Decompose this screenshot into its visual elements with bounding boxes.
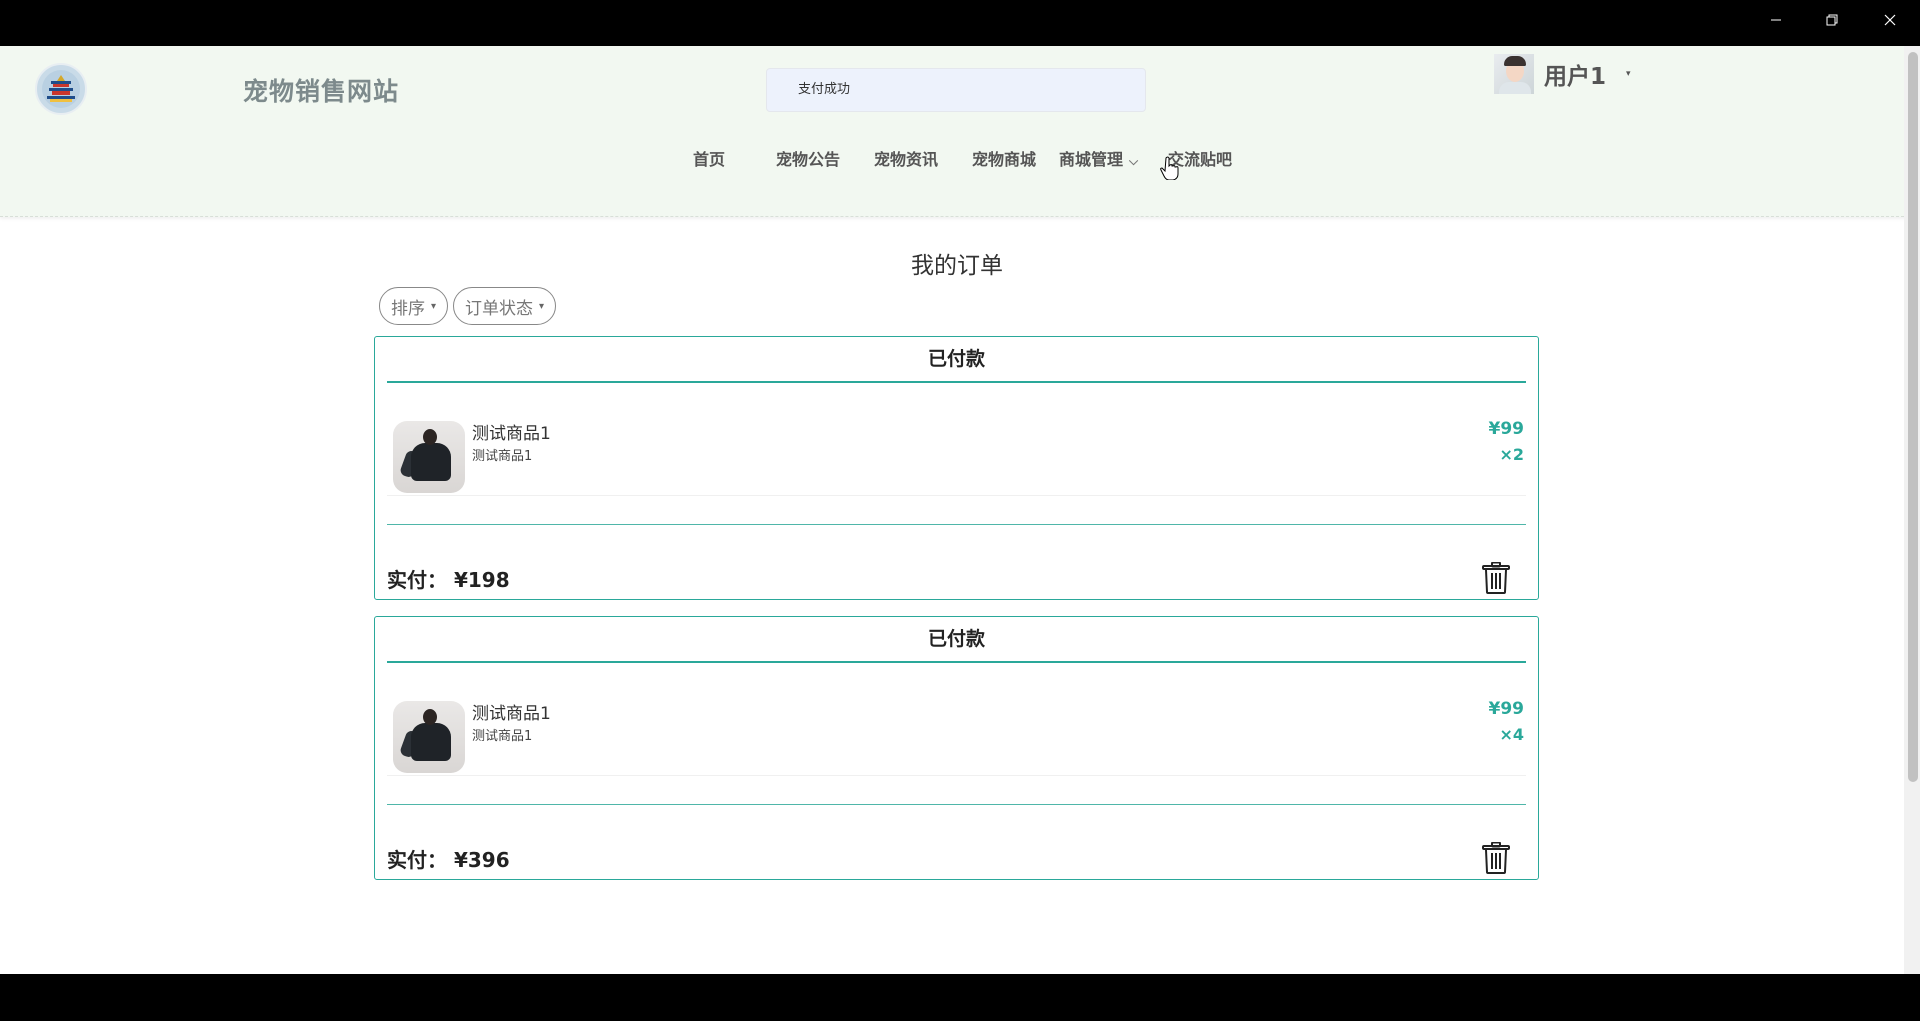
user-menu[interactable]: 用户1 ▾: [1494, 54, 1631, 94]
divider: [387, 524, 1526, 525]
product-subtitle: 测试商品1: [472, 729, 533, 744]
scrollbar-thumb[interactable]: [1908, 52, 1918, 782]
sort-label: 排序: [391, 298, 425, 319]
avatar[interactable]: [1494, 54, 1534, 94]
hand-cursor-icon: [1160, 156, 1179, 180]
product-quantity: ×4: [1499, 725, 1524, 744]
product-image[interactable]: [393, 421, 465, 493]
order-status: 已付款: [927, 348, 985, 370]
product-image[interactable]: [393, 701, 465, 773]
sort-dropdown-button[interactable]: 排序 ▾: [379, 287, 449, 325]
product-quantity: ×2: [1499, 445, 1524, 464]
paid-amount: 实付： ¥396: [387, 848, 510, 872]
minimize-icon[interactable]: [1748, 0, 1804, 40]
paid-amount: 实付： ¥198: [387, 568, 510, 592]
trash-icon[interactable]: [1482, 562, 1510, 594]
nav-item-shop-management[interactable]: 商城管理 ⌵: [1059, 146, 1138, 170]
caret-down-icon: ▾: [431, 300, 437, 312]
order-status-label: 订单状态: [465, 298, 534, 319]
page-title: 我的订单: [911, 253, 1003, 279]
order-item[interactable]: 测试商品1 测试商品1 ¥99 ×2: [387, 417, 1526, 496]
divider: [387, 804, 1526, 805]
order-card: 已付款 测试商品1 测试商品1 ¥99 ×2 实付： ¥198: [374, 336, 1539, 600]
nav-item-label: 商城管理: [1059, 150, 1124, 169]
temple-logo-icon[interactable]: [35, 63, 87, 115]
product-price: ¥99: [1488, 699, 1525, 719]
nav-item-home[interactable]: 首页: [693, 146, 725, 170]
site-header: 宠物销售网站 支付成功 用户1 ▾ 首页 宠物公告 宠物资讯 宠物商城 商城管理…: [0, 46, 1914, 217]
nav-item-shop[interactable]: 宠物商城: [972, 146, 1036, 170]
close-icon[interactable]: [1862, 0, 1918, 40]
product-name: 测试商品1: [472, 704, 551, 724]
caret-down-icon: ▾: [539, 300, 545, 312]
trash-icon[interactable]: [1482, 842, 1510, 874]
product-price: ¥99: [1488, 419, 1525, 439]
site-title[interactable]: 宠物销售网站: [243, 72, 399, 108]
page-viewport: 宠物销售网站 支付成功 用户1 ▾ 首页 宠物公告 宠物资讯 宠物商城 商城管理…: [0, 46, 1920, 974]
caret-down-icon[interactable]: ▾: [1626, 69, 1631, 79]
chevron-down-icon: ⌵: [1129, 154, 1139, 168]
nav-item-news[interactable]: 宠物资讯: [874, 146, 938, 170]
order-status-dropdown-button[interactable]: 订单状态 ▾: [453, 287, 557, 325]
nav-item-announcements[interactable]: 宠物公告: [776, 146, 840, 170]
footer-bar: [0, 974, 1920, 1021]
divider: [387, 661, 1526, 663]
payment-success-toast: 支付成功: [766, 68, 1146, 112]
filter-bar: 排序 ▾ 订单状态 ▾: [379, 287, 557, 325]
user-name[interactable]: 用户1: [1544, 57, 1606, 91]
order-status: 已付款: [927, 628, 985, 650]
divider: [387, 381, 1526, 383]
vertical-scrollbar[interactable]: [1904, 46, 1920, 974]
product-name: 测试商品1: [472, 424, 551, 444]
order-item[interactable]: 测试商品1 测试商品1 ¥99 ×4: [387, 697, 1526, 776]
restore-icon[interactable]: [1804, 0, 1860, 40]
order-card: 已付款 测试商品1 测试商品1 ¥99 ×4 实付： ¥396: [374, 616, 1539, 880]
window-titlebar: [0, 0, 1920, 46]
product-subtitle: 测试商品1: [472, 449, 533, 464]
